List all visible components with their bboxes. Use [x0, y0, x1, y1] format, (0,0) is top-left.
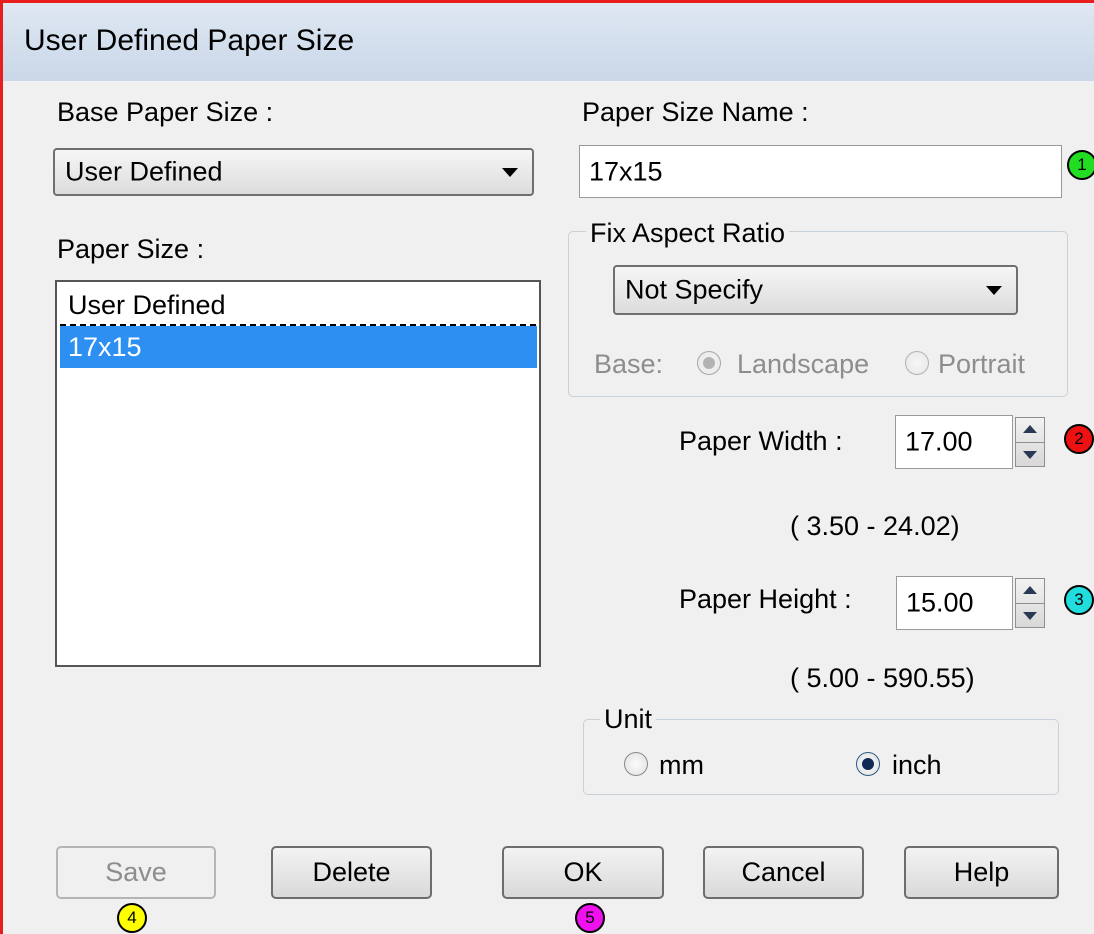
paper-height-label: Paper Height : — [679, 584, 852, 614]
paper-size-name-label: Paper Size Name : — [582, 97, 809, 127]
annotation-badge-2: 2 — [1064, 424, 1094, 454]
spin-down-button[interactable] — [1016, 604, 1044, 628]
base-paper-size-value: User Defined — [65, 156, 223, 187]
inch-label: inch — [892, 750, 942, 780]
fix-aspect-ratio-value: Not Specify — [625, 274, 764, 305]
red-frame-top — [0, 0, 1094, 3]
portrait-label: Portrait — [938, 349, 1026, 379]
annotation-badge-3: 3 — [1064, 585, 1094, 615]
cancel-button[interactable]: Cancel — [703, 846, 864, 899]
paper-size-name-value: 17x15 — [589, 156, 663, 186]
arrow-down-icon — [1023, 612, 1037, 620]
paper-size-name-input[interactable]: 17x15 — [579, 145, 1062, 198]
base-orientation-label: Base: — [594, 349, 664, 379]
base-paper-size-label: Base Paper Size : — [57, 97, 274, 127]
save-button[interactable]: Save — [56, 846, 216, 899]
unit-label: Unit — [600, 704, 657, 734]
fix-aspect-ratio-label: Fix Aspect Ratio — [586, 218, 790, 248]
list-item-17x15[interactable]: 17x15 — [60, 326, 537, 368]
paper-size-label: Paper Size : — [57, 234, 205, 264]
paper-size-list[interactable]: User Defined 17x15 — [55, 280, 541, 667]
delete-button[interactable]: Delete — [271, 846, 432, 899]
mm-radio[interactable] — [624, 752, 648, 776]
fix-aspect-ratio-dropdown[interactable]: Not Specify — [613, 265, 1018, 315]
arrow-up-icon — [1023, 586, 1037, 594]
mm-label: mm — [659, 750, 704, 780]
landscape-label: Landscape — [737, 349, 870, 379]
paper-height-range: ( 5.00 - 590.55) — [790, 663, 975, 693]
spin-up-button[interactable] — [1016, 579, 1044, 603]
annotation-badge-1: 1 — [1067, 150, 1094, 180]
paper-width-input[interactable]: 17.00 — [895, 415, 1013, 469]
portrait-radio[interactable] — [905, 351, 929, 375]
paper-width-label: Paper Width : — [679, 426, 843, 456]
paper-height-input[interactable]: 15.00 — [896, 576, 1013, 630]
base-paper-size-dropdown[interactable]: User Defined — [53, 148, 534, 196]
ok-button[interactable]: OK — [502, 846, 664, 899]
paper-width-range: ( 3.50 - 24.02) — [790, 511, 960, 541]
paper-width-stepper[interactable] — [1015, 417, 1045, 467]
paper-height-stepper[interactable] — [1015, 578, 1045, 628]
list-item-user-defined[interactable]: User Defined — [60, 284, 544, 326]
paper-height-value: 15.00 — [906, 587, 974, 618]
chevron-down-icon — [502, 168, 518, 177]
landscape-radio[interactable] — [697, 351, 721, 375]
spin-down-button[interactable] — [1016, 443, 1044, 467]
arrow-up-icon — [1023, 425, 1037, 433]
annotation-badge-5: 5 — [575, 903, 605, 933]
arrow-down-icon — [1023, 451, 1037, 459]
chevron-down-icon — [986, 286, 1002, 295]
help-button[interactable]: Help — [904, 846, 1059, 899]
radio-dot-icon — [862, 758, 874, 770]
annotation-badge-4: 4 — [117, 903, 147, 933]
radio-dot-icon — [703, 357, 715, 369]
paper-width-value: 17.00 — [905, 426, 973, 457]
inch-radio[interactable] — [856, 752, 880, 776]
spin-up-button[interactable] — [1016, 418, 1044, 442]
